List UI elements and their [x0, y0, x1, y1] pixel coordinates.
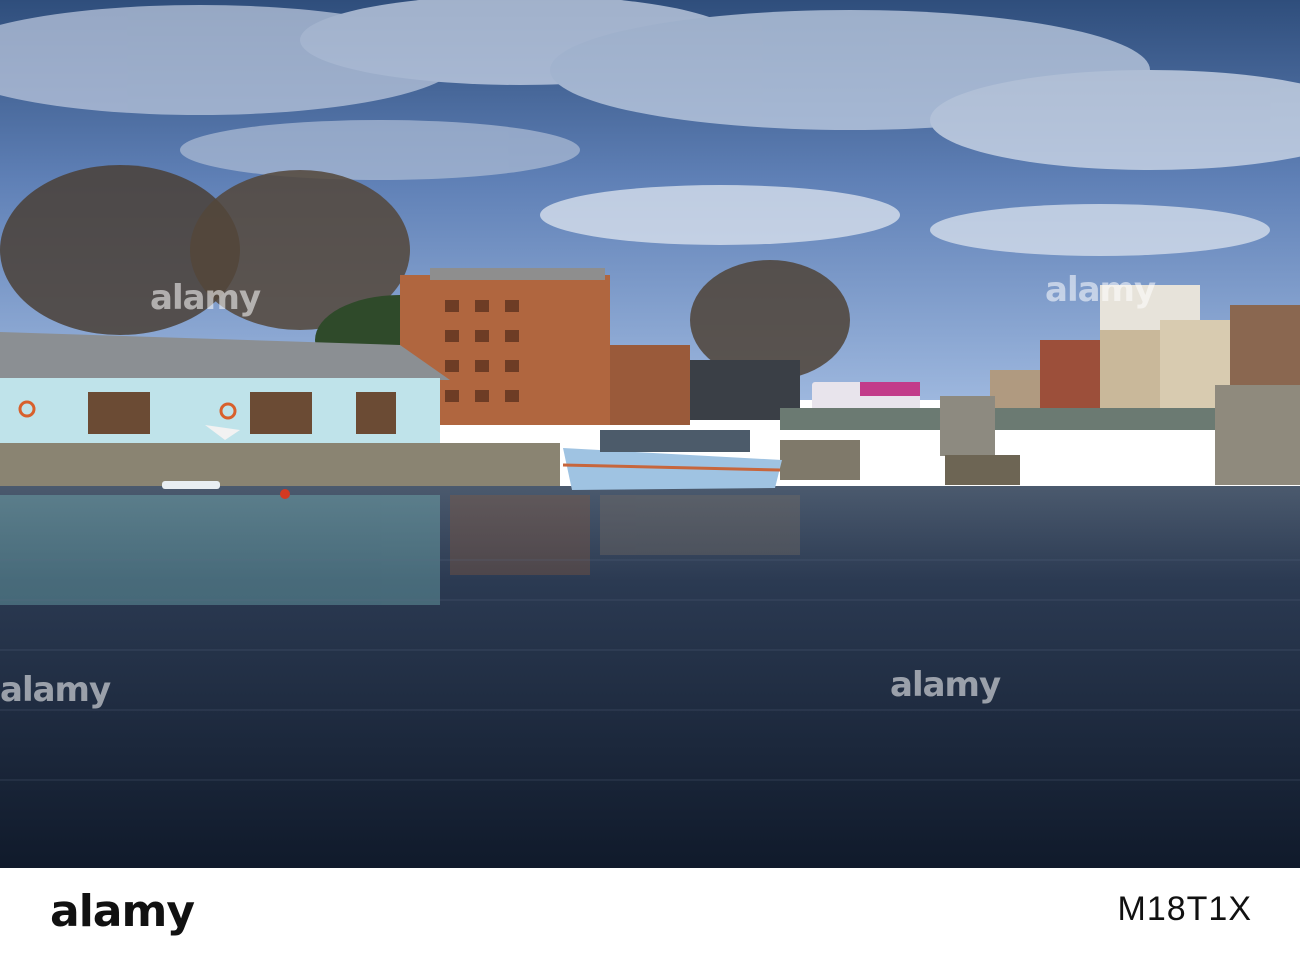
quay-wall	[0, 443, 560, 488]
buoy	[280, 489, 290, 499]
footer-bar: alamy M18T1X	[0, 868, 1300, 956]
image-id: M18T1X	[1117, 890, 1252, 928]
harbour-scene	[0, 0, 1300, 868]
watermark: alamy	[1045, 270, 1156, 310]
bridge	[780, 408, 1220, 430]
harbour-photo: alamy alamy alamy alamy	[0, 0, 1300, 868]
watermark: alamy	[0, 670, 111, 710]
watermark: alamy	[150, 278, 261, 318]
watermark: alamy	[890, 665, 1001, 705]
brand-logo: alamy	[50, 886, 195, 937]
dinghy	[162, 481, 220, 489]
